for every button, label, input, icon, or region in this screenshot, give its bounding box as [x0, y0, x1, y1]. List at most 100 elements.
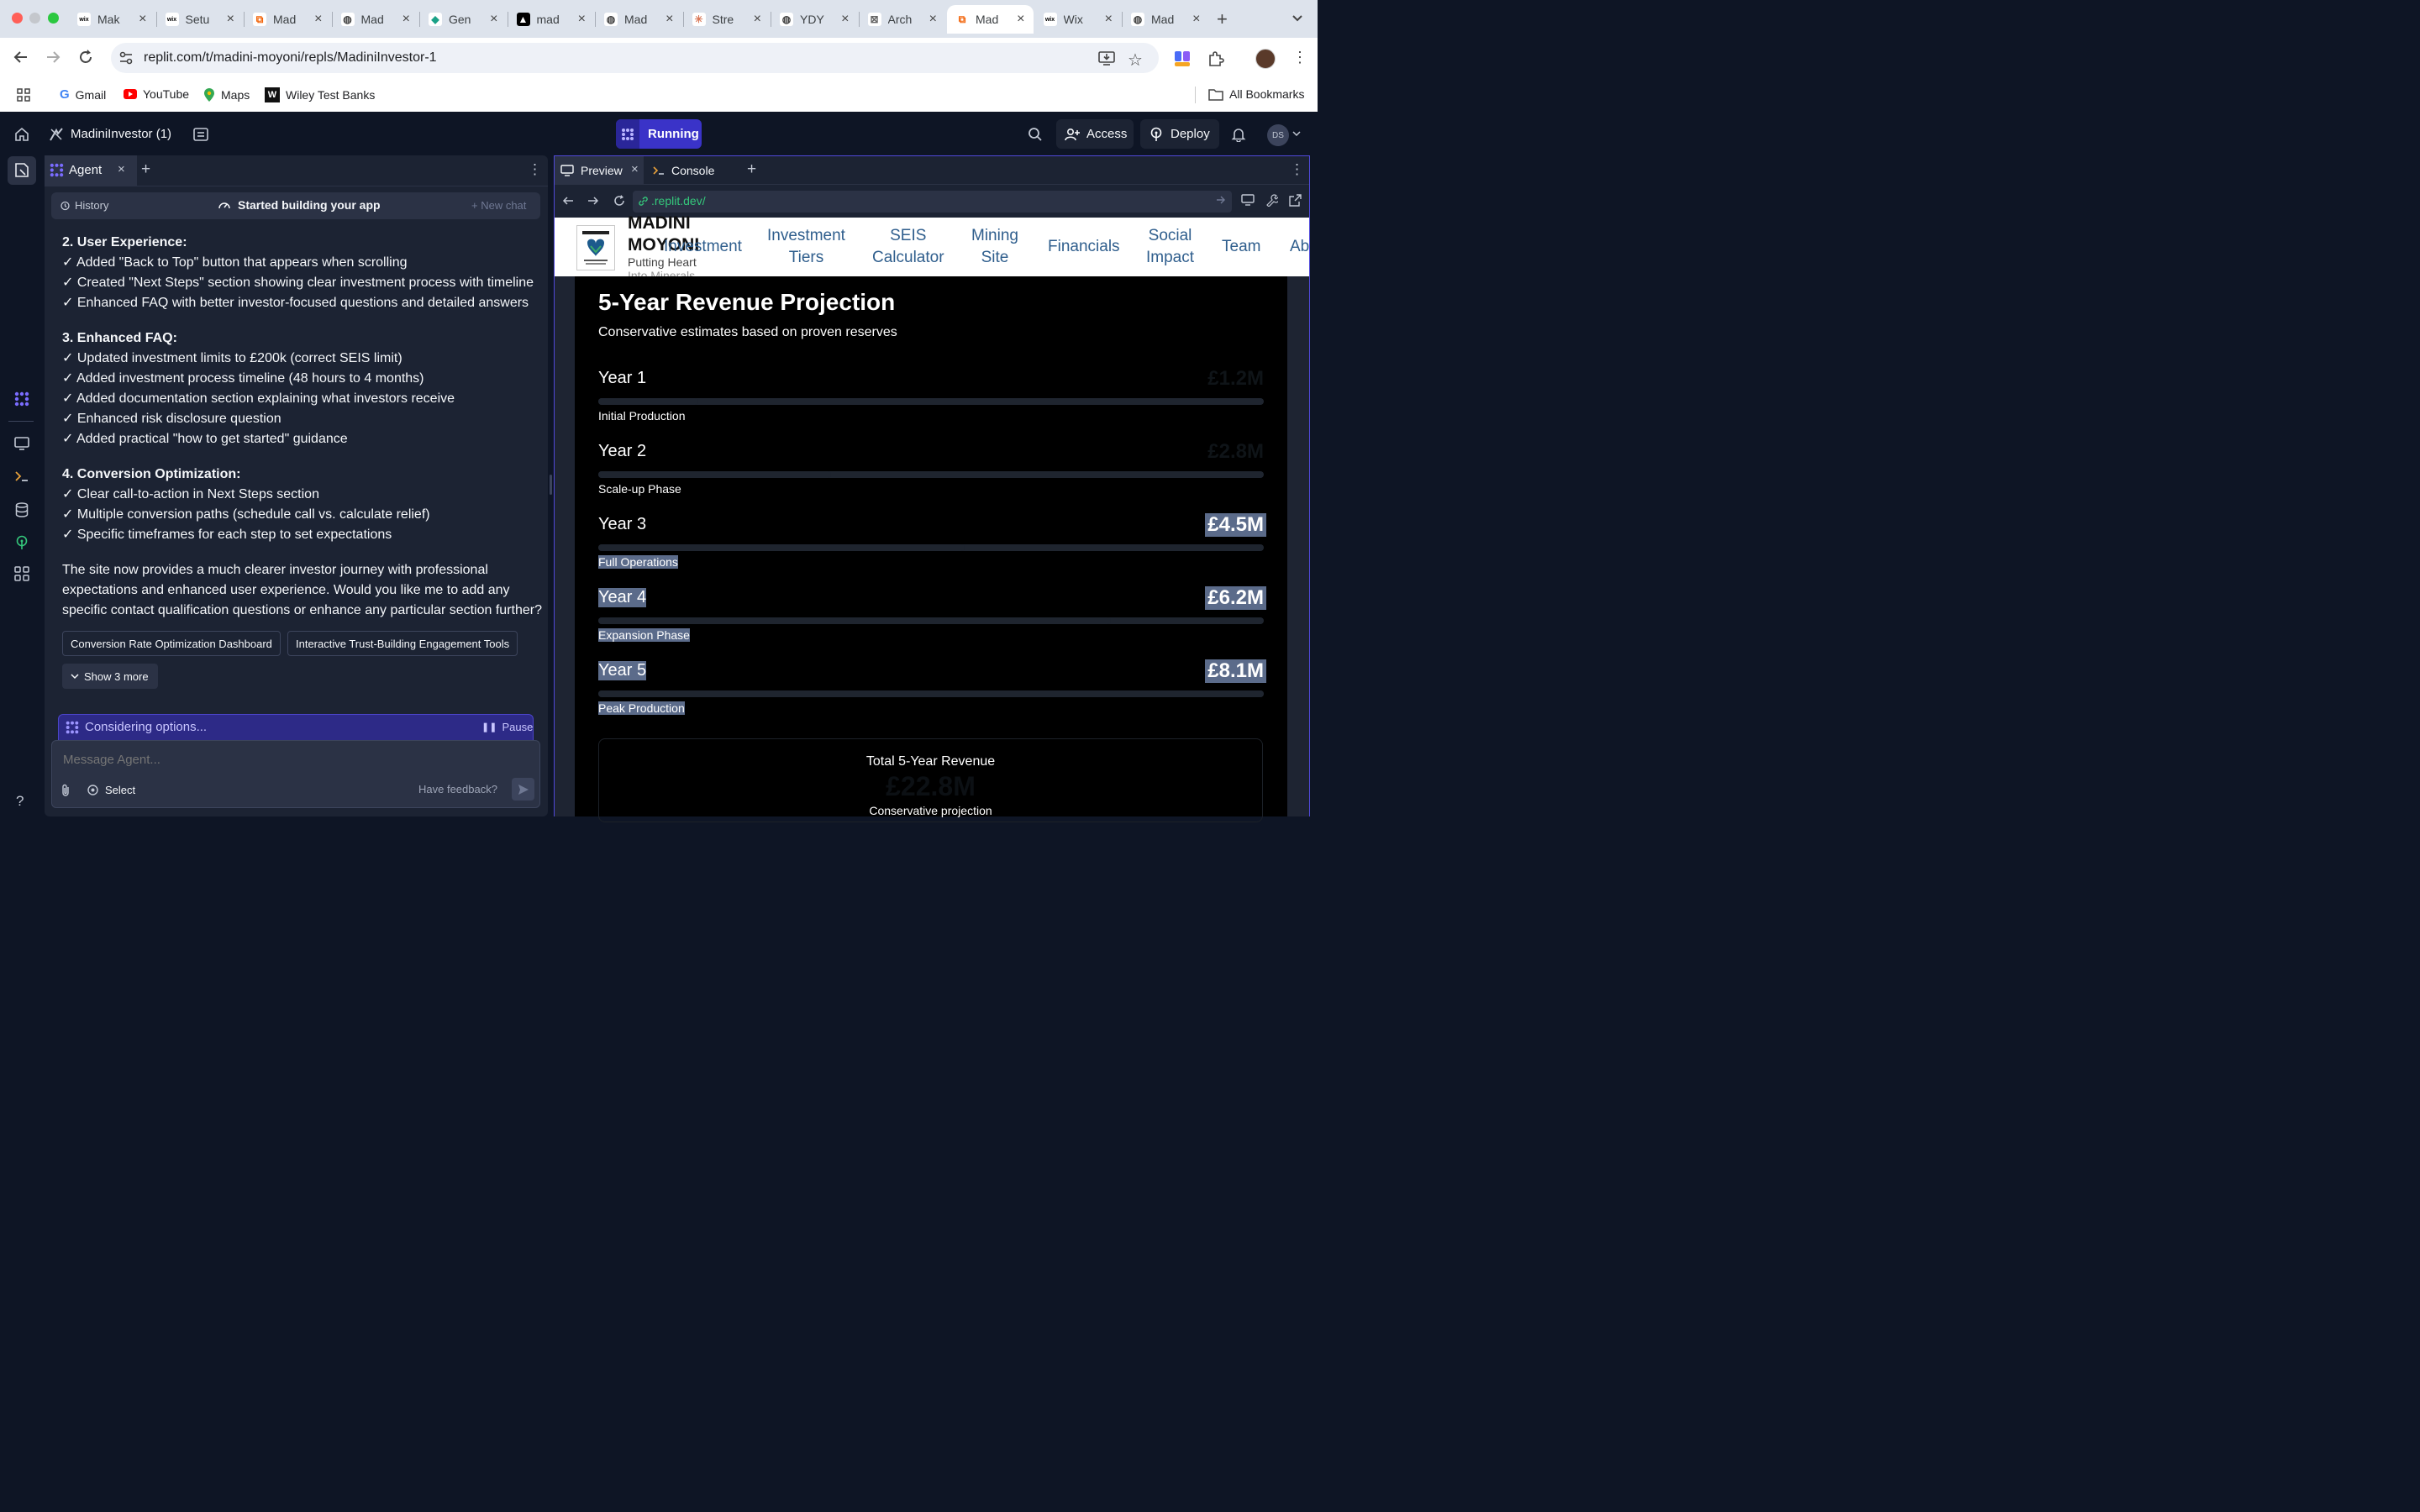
install-app-icon[interactable]	[1098, 50, 1115, 66]
open-new-window-icon[interactable]	[1289, 194, 1302, 207]
nav-link-investment[interactable]: Investment	[664, 236, 742, 258]
nav-link-investment-tiers[interactable]: Investment Tiers	[767, 225, 845, 269]
browser-tab[interactable]: ⧉ Mad ×	[947, 5, 1034, 34]
browser-tab[interactable]: ⧉ Mad ×	[245, 5, 331, 34]
new-tab-button[interactable]: +	[1217, 8, 1228, 30]
browser-tab[interactable]: ◍ Mad ×	[596, 5, 682, 34]
nav-link-social-impact[interactable]: Social Impact	[1146, 225, 1194, 269]
preview-forward-icon[interactable]	[587, 195, 599, 207]
preview-url-text[interactable]: .replit.dev/	[651, 194, 706, 207]
browser-tab[interactable]: ◆ Gen ×	[420, 5, 507, 34]
extensions-puzzle-icon[interactable]	[1207, 50, 1224, 67]
console-rail-icon[interactable]	[12, 466, 32, 486]
database-icon[interactable]	[12, 500, 32, 520]
close-preview-tab-icon[interactable]: ×	[631, 162, 639, 176]
notifications-bell-icon[interactable]	[1231, 127, 1246, 142]
user-avatar[interactable]: DS	[1267, 124, 1289, 146]
close-tab-icon[interactable]: ×	[314, 12, 322, 27]
preview-more-menu-icon[interactable]: ⋮	[1290, 161, 1304, 178]
device-size-icon[interactable]	[1241, 194, 1255, 206]
bookmark-gmail[interactable]: G Gmail	[60, 87, 106, 102]
access-button[interactable]: Access	[1056, 119, 1134, 149]
preview-reload-icon[interactable]	[613, 194, 626, 207]
add-tab-icon[interactable]: +	[141, 160, 150, 179]
deployments-rail-icon[interactable]	[12, 533, 32, 553]
suggestion-chip[interactable]: Interactive Trust-Building Engagement To…	[287, 631, 518, 656]
close-tab-icon[interactable]: ×	[227, 12, 234, 27]
forward-icon[interactable]	[45, 49, 61, 66]
devtools-wrench-icon[interactable]	[1265, 194, 1278, 207]
back-icon[interactable]	[13, 49, 29, 66]
suggestion-chip[interactable]: Conversion Rate Optimization Dashboard	[62, 631, 281, 656]
message-input[interactable]	[61, 748, 531, 770]
feedback-link[interactable]: Have feedback?	[418, 783, 497, 795]
extension-icon-1[interactable]	[1174, 50, 1191, 67]
close-tab-icon[interactable]: ×	[754, 12, 761, 27]
attach-paperclip-icon[interactable]	[60, 784, 71, 797]
browser-tab[interactable]: ◍ Mad ×	[1123, 5, 1209, 34]
deploy-button[interactable]: Deploy	[1140, 119, 1219, 149]
preview-back-icon[interactable]	[562, 195, 574, 207]
close-tab-icon[interactable]: ×	[841, 12, 849, 27]
show-more-button[interactable]: Show 3 more	[62, 664, 158, 689]
chevron-down-icon[interactable]	[1292, 130, 1301, 137]
history-button[interactable]: History	[60, 199, 108, 212]
browser-tab[interactable]: ⊠ Arch ×	[860, 5, 946, 34]
nav-link-team[interactable]: Team	[1222, 236, 1260, 258]
close-tab-icon[interactable]: ×	[139, 12, 146, 27]
minimize-window-button[interactable]	[29, 13, 40, 24]
close-tab-icon[interactable]: ×	[490, 12, 497, 27]
close-tab-icon[interactable]: ×	[1105, 12, 1113, 27]
preview-url-bar[interactable]	[633, 191, 1232, 213]
chrome-menu-icon[interactable]: ⋮	[1292, 49, 1307, 66]
project-name[interactable]: MadiniInvestor (1)	[71, 127, 171, 141]
agent-rail-icon[interactable]	[12, 389, 32, 409]
close-tab-icon[interactable]: ×	[1017, 12, 1024, 27]
agent-more-menu-icon[interactable]: ⋮	[528, 161, 542, 178]
go-arrow-icon[interactable]	[1216, 195, 1226, 205]
browser-tab[interactable]: wix Wix ×	[1035, 5, 1122, 34]
close-tab-icon[interactable]: ×	[929, 12, 937, 27]
nav-link-financials[interactable]: Financials	[1048, 236, 1120, 258]
console-tab[interactable]: Console	[653, 156, 714, 184]
address-url[interactable]: replit.com/t/madini-moyoni/repls/MadiniI…	[144, 50, 437, 66]
browser-tab[interactable]: wix Setu ×	[157, 5, 244, 34]
replit-logo-icon[interactable]	[49, 127, 64, 142]
nav-link-seis-calculator[interactable]: SEIS Calculator	[872, 225, 944, 269]
send-button[interactable]	[512, 778, 534, 801]
profile-avatar[interactable]	[1255, 49, 1276, 69]
bookmark-maps[interactable]: Maps	[203, 87, 250, 102]
bookmark-youtube[interactable]: YouTube	[124, 87, 189, 101]
preview-rail-icon[interactable]	[12, 433, 32, 454]
browser-tab[interactable]: ◍ YDY ×	[771, 5, 858, 34]
help-icon[interactable]: ?	[16, 793, 24, 810]
browser-tab[interactable]: ▲ mad ×	[508, 5, 595, 34]
site-logo[interactable]	[576, 225, 615, 270]
nav-link-mining-site[interactable]: Mining Site	[971, 225, 1018, 269]
browser-tab[interactable]: ◍ Mad ×	[333, 5, 419, 34]
add-pane-tab-icon[interactable]: +	[747, 160, 756, 179]
close-tab-icon[interactable]: ×	[1192, 12, 1200, 27]
project-info-icon[interactable]	[193, 127, 208, 142]
browser-tab[interactable]: ✳ Stre ×	[684, 5, 771, 34]
apps-grid-icon[interactable]	[17, 88, 30, 102]
pause-button[interactable]: ❚❚ Pause	[481, 721, 533, 733]
close-tab-icon[interactable]: ×	[666, 12, 673, 27]
bookmark-star-icon[interactable]: ☆	[1128, 50, 1143, 71]
nav-link-about[interactable]: Ab	[1290, 236, 1309, 258]
home-icon[interactable]	[14, 127, 29, 142]
tab-search-icon[interactable]	[1290, 10, 1305, 25]
panel-resize-handle[interactable]	[550, 475, 552, 495]
all-bookmarks[interactable]: All Bookmarks	[1208, 87, 1304, 101]
site-info-icon[interactable]	[118, 50, 134, 66]
reload-icon[interactable]	[77, 49, 94, 66]
close-window-button[interactable]	[12, 13, 23, 24]
bookmark-wiley[interactable]: W Wiley Test Banks	[265, 87, 375, 102]
run-stop-button[interactable]: Running	[616, 119, 702, 149]
new-chat-button[interactable]: + New chat	[471, 199, 526, 212]
search-icon[interactable]	[1028, 127, 1043, 142]
close-agent-tab-icon[interactable]: ×	[118, 162, 125, 176]
maximize-window-button[interactable]	[48, 13, 59, 24]
close-tab-icon[interactable]: ×	[402, 12, 410, 27]
browser-tab[interactable]: wix Mak ×	[69, 5, 155, 34]
